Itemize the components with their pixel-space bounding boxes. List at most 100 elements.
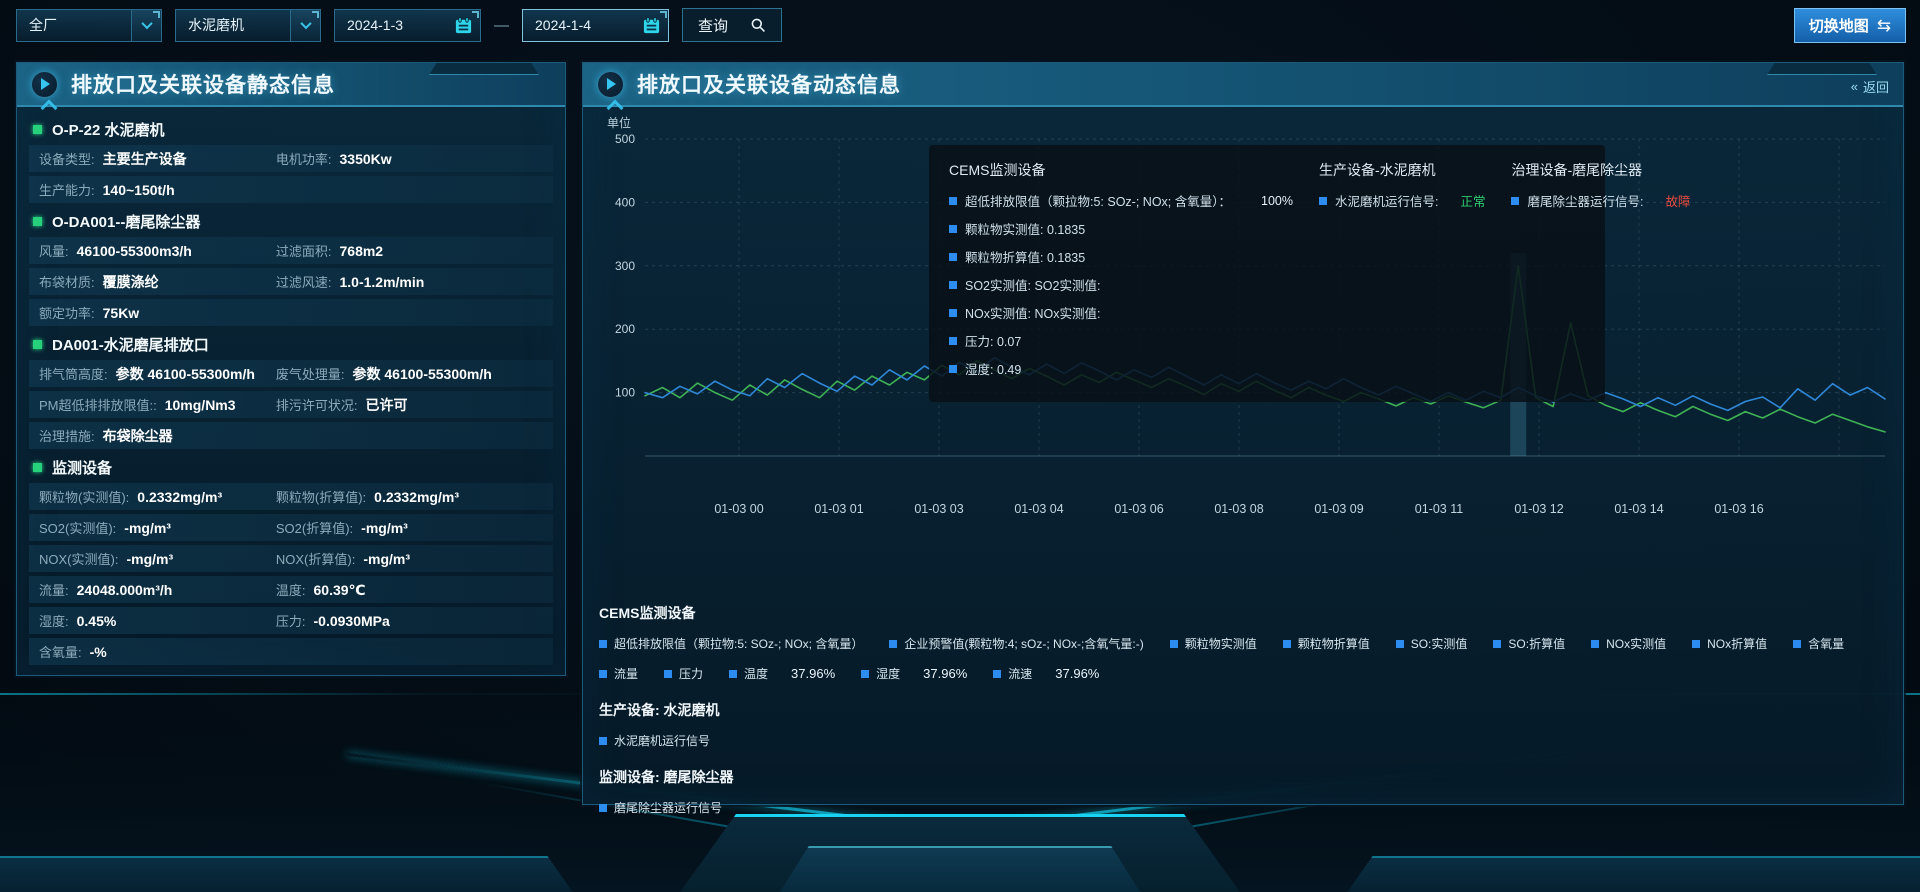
legend-item[interactable]: 温度37.96%	[729, 665, 835, 682]
field-cell: PM超低排排放限值::10mg/Nm3	[39, 395, 276, 414]
tooltip-column-title: CEMS监测设备	[949, 160, 1293, 180]
legend-square-icon	[599, 804, 607, 812]
field-label: 额定功率:	[39, 303, 95, 322]
field-cell: 排气筒高度:参数 46100-55300m/h	[39, 364, 276, 384]
field-label: 温度:	[276, 580, 306, 599]
end-date-value: 2024-1-4	[535, 17, 591, 33]
table-row: 风量:46100-55300m3/h过滤面积:768m2	[29, 237, 553, 264]
legend-heading: CEMS监测设备	[599, 603, 1887, 623]
legend-square-icon	[861, 670, 869, 678]
legend-square-icon	[1283, 640, 1291, 648]
legend-item[interactable]: 流速37.96%	[993, 665, 1099, 682]
chevron-glyph	[141, 18, 152, 29]
footer-center-inner	[780, 846, 1140, 892]
legend-item[interactable]: 流量	[599, 665, 638, 682]
plant-select[interactable]: 全厂	[16, 9, 162, 42]
field-cell: 废气处理量:参数 46100-55300m/h	[276, 364, 492, 384]
legend-item[interactable]: 颗粒物折算值	[1283, 635, 1370, 652]
section-header-label: DA001-水泥磨尾排放口	[52, 334, 209, 355]
field-label: 流量:	[39, 580, 69, 599]
tooltip-item-text: 水泥磨机运行信号:	[1335, 191, 1438, 210]
tooltip-item-text: 磨尾除尘器运行信号:	[1527, 191, 1643, 210]
table-row: 生产能力:140~150t/h	[29, 176, 553, 203]
legend-item[interactable]: NOx折算值	[1692, 635, 1767, 652]
table-row: 布袋材质:覆膜涤纶过滤风速:1.0-1.2m/min	[29, 268, 553, 295]
start-date-input[interactable]: 2024-1-3	[334, 9, 481, 42]
query-button[interactable]: 查询	[682, 8, 782, 42]
field-cell: 压力:-0.0930MPa	[276, 611, 390, 630]
legend-item[interactable]: 水泥磨机运行信号	[599, 732, 710, 749]
switch-map-button[interactable]: 切换地图 ⇆	[1794, 8, 1906, 43]
legend-square-icon	[949, 309, 957, 317]
legend-item-value: 37.96%	[1055, 666, 1099, 681]
legend-item[interactable]: 超低排放限值（颗拉物:5: SOz-; NOx; 含氧量）	[599, 635, 863, 652]
legend-square-icon	[949, 337, 957, 345]
legend-item[interactable]: NOx实测值	[1591, 635, 1666, 652]
legend-item[interactable]: 湿度37.96%	[861, 665, 967, 682]
calendar-icon[interactable]	[642, 16, 661, 35]
end-date-input[interactable]: 2024-1-4	[522, 9, 669, 42]
static-info-title: 排放口及关联设备静态信息	[71, 69, 335, 99]
field-cell: 过滤面积:768m2	[276, 241, 383, 260]
tooltip-item: SO2实测值: SO2实测值:	[949, 275, 1293, 294]
field-value: 0.45%	[77, 613, 117, 629]
field-label: NOX(实测值):	[39, 549, 118, 568]
legend-item[interactable]: 企业预警值(颗粒物:4; sOz-; NOx-;含氧气量:-)	[889, 635, 1143, 652]
field-label: 布袋材质:	[39, 272, 95, 291]
legend-item[interactable]: SO:实测值	[1396, 635, 1468, 652]
tooltip-item: NOx实测值: NOx实测值:	[949, 303, 1293, 322]
green-bullet-icon	[33, 217, 42, 226]
legend-square-icon	[664, 670, 672, 678]
status-badge: 正常	[1460, 191, 1485, 210]
field-label: 压力:	[276, 611, 306, 630]
legend-items: 超低排放限值（颗拉物:5: SOz-; NOx; 含氧量） 企业预警值(颗粒物:4…	[599, 635, 1887, 682]
tooltip-item: 水泥磨机运行信号: 正常	[1319, 191, 1486, 210]
y-tick-label: 100	[615, 386, 635, 400]
dynamic-info-panel: 排放口及关联设备动态信息 « 返回 100200300400500单位01-03…	[582, 62, 1904, 805]
static-info-panel: 排放口及关联设备静态信息 O-P-22 水泥磨机设备类型:主要生产设备电机功率:…	[16, 62, 566, 676]
back-link[interactable]: « 返回	[1851, 77, 1889, 96]
chevron-down-icon[interactable]	[131, 10, 161, 41]
field-cell: 流量:24048.000m³/h	[39, 580, 276, 599]
legend-item[interactable]: 颗粒物实测值	[1170, 635, 1257, 652]
legend-item[interactable]: 磨尾除尘器运行信号	[599, 799, 722, 816]
x-tick-label: 01-03 06	[1114, 502, 1163, 516]
field-cell: 颗粒物(折算值):0.2332mg/m³	[276, 487, 459, 506]
legend-item[interactable]: 压力	[664, 665, 703, 682]
field-label: 含氧量:	[39, 642, 82, 661]
legend-item[interactable]: 含氧量	[1793, 635, 1844, 652]
legend-square-icon	[599, 737, 607, 745]
field-cell: 额定功率:75Kw	[39, 303, 276, 322]
table-row: 排气筒高度:参数 46100-55300m/h废气处理量:参数 46100-55…	[29, 360, 553, 387]
tooltip-item: 颗粒物实测值: 0.1835	[949, 219, 1293, 238]
legend-item-label: 颗粒物实测值	[1185, 635, 1257, 652]
field-cell: 湿度:0.45%	[39, 611, 276, 630]
play-icon	[31, 71, 58, 98]
legend-square-icon	[949, 365, 957, 373]
x-tick-label: 01-03 01	[814, 502, 863, 516]
status-badge: 故障	[1665, 191, 1690, 210]
section-header: O-P-22 水泥磨机	[33, 115, 553, 144]
field-label: SO2(折算值):	[276, 518, 353, 537]
chevron-down-icon[interactable]	[290, 10, 320, 41]
calendar-icon[interactable]	[454, 16, 473, 35]
legend-items: 磨尾除尘器运行信号	[599, 799, 1887, 816]
legend-square-icon	[889, 640, 897, 648]
field-value: -mg/m³	[124, 520, 171, 536]
field-value: -%	[90, 644, 107, 660]
field-cell: 电机功率:3350Kw	[276, 149, 392, 168]
legend-item-value: 37.96%	[923, 666, 967, 681]
field-cell: 布袋材质:覆膜涤纶	[39, 272, 276, 292]
device-select[interactable]: 水泥磨机	[175, 9, 321, 42]
field-value: 60.39℃	[314, 582, 366, 599]
legend-item-label: SO:实测值	[1411, 635, 1468, 652]
chart-legends: CEMS监测设备超低排放限值（颗拉物:5: SOz-; NOx; 含氧量） 企业预…	[599, 603, 1887, 832]
date-range-separator: —	[494, 17, 509, 34]
field-label: 生产能力:	[39, 180, 95, 199]
tooltip-item: 湿度: 0.49	[949, 359, 1293, 378]
dynamic-info-header: 排放口及关联设备动态信息 « 返回	[583, 63, 1903, 107]
legend-item[interactable]: SO:折算值	[1493, 635, 1565, 652]
x-tick-label: 01-03 00	[714, 502, 763, 516]
legend-square-icon	[949, 197, 957, 205]
legend-square-icon	[729, 670, 737, 678]
